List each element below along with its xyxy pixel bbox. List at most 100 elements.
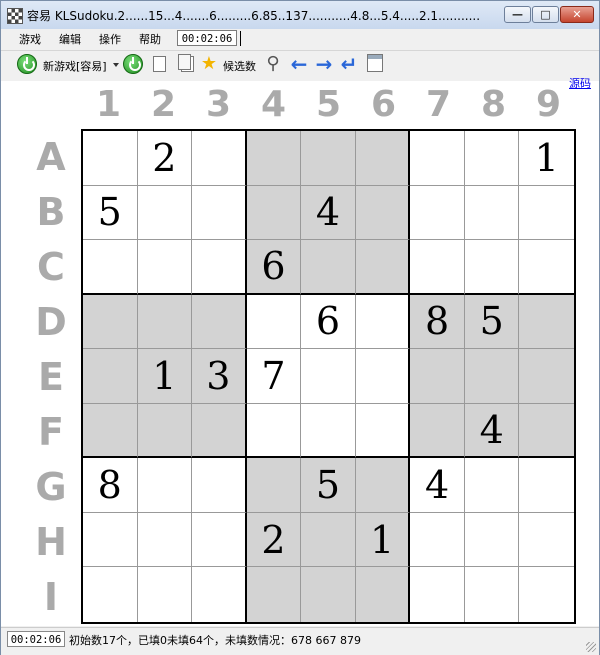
sudoku-cell[interactable] [192, 458, 247, 513]
sudoku-cell[interactable]: 4 [301, 185, 356, 241]
sudoku-cell[interactable] [192, 294, 247, 350]
sudoku-cell[interactable] [519, 186, 574, 241]
sudoku-cell[interactable]: 2 [137, 131, 193, 186]
restart-icon[interactable] [123, 54, 143, 74]
magnifier-icon[interactable]: ⚲ [263, 54, 283, 74]
sudoku-cell[interactable] [301, 512, 356, 568]
sudoku-cell[interactable]: 1 [137, 349, 193, 404]
sudoku-cell[interactable] [301, 567, 356, 622]
sudoku-cell[interactable] [410, 567, 465, 622]
title-bar[interactable]: 容易 KLSudoku.2......15...4.......6.......… [1, 1, 599, 29]
sudoku-cell[interactable] [355, 185, 411, 241]
sudoku-cell[interactable] [410, 349, 465, 404]
calendar-icon[interactable] [367, 54, 383, 72]
sudoku-cell[interactable] [246, 131, 302, 186]
power-icon[interactable] [17, 54, 37, 74]
sudoku-cell[interactable]: 6 [246, 240, 302, 295]
sudoku-cell[interactable]: 7 [246, 349, 302, 404]
sudoku-cell[interactable] [464, 458, 520, 513]
sudoku-cell[interactable] [519, 349, 574, 404]
sudoku-cell[interactable] [83, 567, 138, 622]
sudoku-cell[interactable]: 5 [301, 458, 356, 513]
sudoku-cell[interactable] [246, 567, 302, 622]
sudoku-cell[interactable]: 1 [519, 131, 574, 186]
sudoku-cell[interactable]: 2 [246, 512, 302, 568]
menu-edit[interactable]: 编辑 [59, 31, 81, 47]
undo-arrow-icon[interactable]: ↵ [339, 54, 359, 74]
new-game-dropdown[interactable]: 新游戏[容易] [43, 58, 107, 74]
copy-icon[interactable] [153, 56, 166, 72]
sudoku-cell[interactable]: 4 [410, 458, 465, 513]
sudoku-cell[interactable] [246, 403, 302, 459]
sudoku-cell[interactable] [410, 131, 465, 186]
sudoku-cell[interactable] [410, 403, 465, 459]
sudoku-cell[interactable] [301, 240, 356, 295]
sudoku-cell[interactable] [355, 403, 411, 459]
sudoku-cell[interactable] [464, 240, 520, 295]
sudoku-cell[interactable] [83, 349, 138, 404]
sudoku-cell[interactable] [355, 294, 411, 350]
sudoku-cell[interactable] [301, 131, 356, 186]
sudoku-cell[interactable] [137, 185, 193, 241]
maximize-button[interactable]: □ [532, 6, 559, 23]
menu-operate[interactable]: 操作 [99, 31, 121, 47]
sudoku-cell[interactable] [83, 512, 138, 568]
sudoku-cell[interactable] [83, 131, 138, 186]
sudoku-cell[interactable] [519, 240, 574, 295]
sudoku-cell[interactable] [519, 513, 574, 568]
sudoku-cell[interactable] [464, 185, 520, 241]
star-icon[interactable]: ★ [199, 54, 219, 74]
paste-icon[interactable] [178, 54, 194, 72]
sudoku-cell[interactable] [192, 403, 247, 459]
resize-grip-icon[interactable] [586, 642, 596, 652]
menu-game[interactable]: 游戏 [19, 31, 41, 47]
sudoku-cell[interactable]: 8 [410, 294, 465, 350]
chevron-down-icon[interactable] [113, 63, 119, 67]
menu-help[interactable]: 帮助 [139, 31, 161, 47]
sudoku-cell[interactable] [519, 403, 574, 459]
sudoku-cell[interactable]: 4 [464, 403, 520, 459]
sudoku-cell[interactable] [83, 403, 138, 459]
candidates-button[interactable]: 候选数 [223, 58, 256, 74]
sudoku-cell[interactable] [519, 294, 574, 350]
minimize-button[interactable]: — [504, 6, 531, 23]
sudoku-cell[interactable] [246, 185, 302, 241]
sudoku-cell[interactable] [465, 567, 520, 622]
sudoku-cell[interactable] [192, 240, 247, 295]
sudoku-cell[interactable] [83, 294, 138, 350]
sudoku-cell[interactable]: 5 [83, 185, 138, 241]
sudoku-cell[interactable]: 5 [464, 294, 520, 350]
sudoku-cell[interactable] [355, 458, 411, 513]
sudoku-cell[interactable] [464, 131, 520, 186]
sudoku-cell[interactable] [137, 458, 193, 513]
close-button[interactable]: ✕ [560, 6, 594, 23]
sudoku-cell[interactable] [137, 240, 193, 295]
sudoku-cell[interactable] [355, 240, 411, 295]
sudoku-cell[interactable] [519, 567, 574, 622]
sudoku-cell[interactable] [301, 349, 356, 404]
sudoku-cell[interactable] [192, 512, 247, 568]
sudoku-cell[interactable] [137, 294, 193, 350]
sudoku-cell[interactable] [355, 349, 411, 404]
sudoku-cell[interactable]: 6 [301, 294, 356, 350]
sudoku-cell[interactable] [355, 131, 411, 186]
sudoku-cell[interactable] [410, 185, 465, 241]
sudoku-cell[interactable]: 3 [192, 349, 247, 404]
sudoku-cell[interactable] [301, 403, 356, 459]
sudoku-cell[interactable]: 1 [355, 512, 411, 568]
sudoku-cell[interactable]: 8 [83, 458, 138, 513]
sudoku-cell[interactable] [137, 403, 193, 459]
sudoku-cell[interactable] [246, 294, 302, 350]
arrow-left-icon[interactable]: ← [289, 54, 309, 74]
sudoku-cell[interactable] [192, 567, 247, 622]
sudoku-cell[interactable] [192, 131, 247, 186]
sudoku-cell[interactable] [355, 567, 411, 622]
sudoku-cell[interactable] [246, 458, 302, 513]
sudoku-cell[interactable] [464, 349, 520, 404]
sudoku-cell[interactable] [410, 512, 465, 568]
sudoku-cell[interactable] [83, 240, 138, 295]
arrow-right-icon[interactable]: → [314, 54, 334, 74]
sudoku-cell[interactable] [519, 458, 574, 513]
sudoku-cell[interactable] [192, 185, 247, 241]
sudoku-cell[interactable] [464, 512, 520, 568]
